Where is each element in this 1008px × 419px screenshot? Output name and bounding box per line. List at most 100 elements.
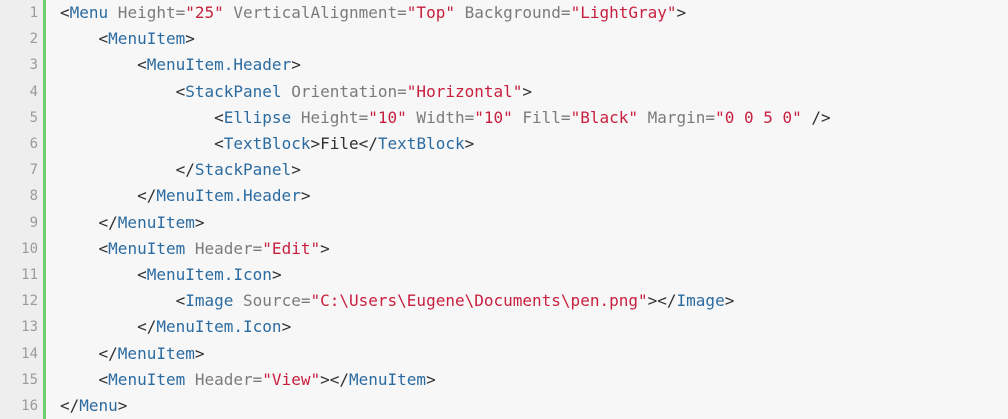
code-token-attr: Fill=	[512, 107, 571, 127]
line-number: 16	[21, 398, 38, 414]
code-token-punc: >	[676, 3, 687, 22]
code-text: </Menu>	[60, 393, 127, 419]
code-token-punc: >	[194, 343, 205, 363]
line-number: 13	[21, 319, 38, 336]
code-token-punc: <	[137, 265, 147, 284]
code-line: 8 </MenuItem.Header>	[0, 183, 1008, 209]
code-token-punc: </	[137, 317, 157, 337]
code-line: 11 <MenuItem.Icon>	[0, 262, 1008, 288]
code-text: <MenuItem Header="Edit">	[60, 236, 330, 262]
code-token-val: "0 0 5 0"	[715, 107, 802, 127]
code-token-punc: >	[117, 396, 128, 415]
code-text: <MenuItem Header="View"></MenuItem>	[60, 367, 436, 393]
code-line: 14 </MenuItem>	[0, 341, 1008, 367]
code-token-punc: />	[801, 107, 831, 127]
code-token-val: "C:\Users\Eugene\Documents\pen.png"	[310, 291, 648, 311]
line-number: 8	[29, 188, 38, 205]
code-token-punc: </	[358, 134, 378, 153]
code-token-punc: >	[310, 134, 321, 153]
code-token-attr: Source=	[233, 291, 311, 311]
code-line: 1 <Menu Height="25" VerticalAlignment="To…	[0, 0, 1008, 26]
code-line: 4 <StackPanel Orientation="Horizontal">	[0, 79, 1008, 105]
line-number: 5	[29, 109, 38, 126]
code-token-punc: </	[137, 186, 157, 206]
line-number: 4	[29, 83, 38, 100]
code-editor[interactable]: 1 <Menu Height="25" VerticalAlignment="To…	[0, 0, 1008, 419]
code-line: 9 </MenuItem>	[0, 210, 1008, 236]
code-token-tag: StackPanel	[194, 160, 292, 180]
code-line: 15 <MenuItem Header="View"></MenuItem>	[0, 367, 1008, 393]
code-token-punc: </	[175, 160, 195, 180]
code-text: <Menu Height="25" VerticalAlignment="Top…	[60, 0, 686, 26]
code-token-punc: <	[175, 291, 186, 311]
code-text: </MenuItem.Header>	[60, 183, 310, 209]
line-number: 15	[21, 371, 38, 388]
code-token-attr: Header=	[185, 238, 263, 258]
code-token-tag: Menu	[69, 3, 109, 22]
code-token-punc: ></	[320, 369, 349, 389]
code-token-txt: File	[320, 134, 359, 153]
code-token-punc: >	[291, 55, 301, 75]
code-token-attr: Width=	[406, 107, 475, 127]
code-token-attr: Height=	[291, 107, 369, 127]
code-line: 10 <MenuItem Header="Edit">	[0, 236, 1008, 262]
line-number: 6	[29, 136, 38, 152]
code-token-tag: TextBlock	[223, 134, 311, 153]
code-token-punc: ></	[647, 291, 677, 311]
code-token-tag: MenuItem	[108, 238, 186, 258]
code-token-punc: >	[300, 186, 311, 206]
code-token-punc: >	[271, 265, 282, 284]
code-token-punc: >	[281, 317, 292, 337]
code-token-punc: >	[522, 81, 533, 101]
line-number: 10	[21, 240, 38, 257]
code-token-punc: <	[98, 369, 109, 389]
code-token-punc: >	[426, 369, 436, 389]
code-text: </MenuItem>	[60, 210, 205, 236]
code-text: </MenuItem>	[60, 341, 205, 367]
code-line: 6 <TextBlock>File</TextBlock>	[0, 131, 1008, 157]
code-text: </StackPanel>	[60, 157, 301, 183]
code-token-punc: <	[214, 107, 224, 127]
code-text: <StackPanel Orientation="Horizontal">	[60, 79, 532, 105]
code-token-val: "Edit"	[262, 238, 321, 258]
line-number: 3	[29, 57, 38, 74]
code-token-punc: <	[98, 238, 109, 258]
code-line: 12 <Image Source="C:\Users\Eugene\Docume…	[0, 288, 1008, 314]
code-token-tag: Menu	[79, 396, 118, 415]
code-token-punc: >	[194, 212, 205, 232]
code-token-tag: MenuItem	[117, 343, 195, 363]
code-token-val: "10"	[368, 107, 407, 127]
code-token-punc: >	[464, 134, 475, 153]
code-text: <MenuItem.Header>	[60, 52, 301, 78]
code-token-punc: <	[175, 81, 186, 101]
code-token-attr: Background=	[454, 3, 571, 22]
code-token-attr: Margin=	[638, 107, 716, 127]
code-token-punc: <	[98, 29, 109, 49]
code-line: 3 <MenuItem.Header>	[0, 52, 1008, 78]
line-number: 9	[29, 214, 38, 231]
code-text: <Ellipse Height="10" Width="10" Fill="Bl…	[60, 105, 831, 131]
code-line: 5 <Ellipse Height="10" Width="10" Fill="…	[0, 105, 1008, 131]
code-token-tag: MenuItem	[108, 29, 186, 49]
code-token-punc: >	[724, 291, 735, 311]
code-token-punc: >	[320, 238, 330, 258]
code-token-val: "LightGray"	[570, 3, 677, 22]
code-line: 13 </MenuItem.Icon>	[0, 314, 1008, 340]
code-token-punc: </	[98, 212, 118, 232]
code-token-tag: TextBlock	[377, 134, 465, 153]
code-text: <Image Source="C:\Users\Eugene\Documents…	[60, 288, 735, 314]
code-token-val: "Top"	[406, 3, 455, 22]
code-text: <MenuItem.Icon>	[60, 262, 282, 288]
code-token-punc: >	[291, 160, 301, 180]
code-token-punc: >	[185, 29, 195, 49]
code-token-val: "10"	[474, 107, 513, 127]
code-token-attr: Header=	[185, 369, 263, 389]
code-token-punc: </	[60, 396, 80, 415]
line-number: 1	[29, 5, 38, 21]
code-token-punc: </	[98, 343, 118, 363]
code-token-val: "Horizontal"	[406, 81, 523, 101]
code-token-attr: Height=	[108, 3, 186, 22]
line-number: 2	[29, 31, 38, 48]
code-token-tag: MenuItem	[117, 212, 195, 232]
code-token-tag: Ellipse	[223, 107, 292, 127]
